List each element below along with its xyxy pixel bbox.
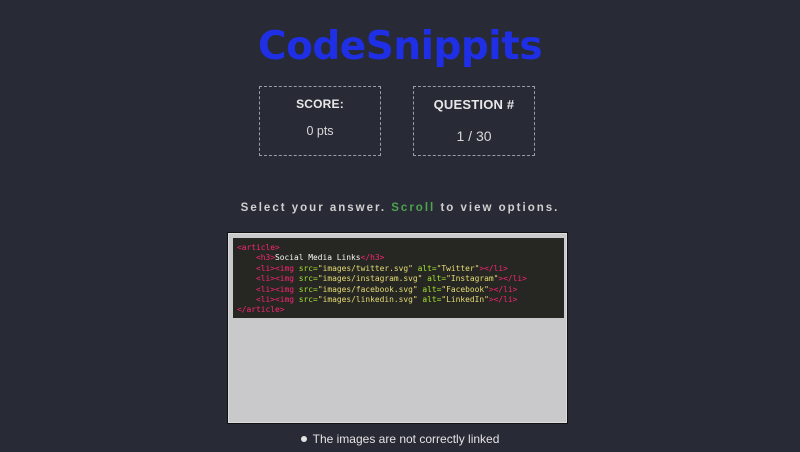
instruction-before: Select your answer. (240, 202, 387, 214)
code-line: <h3>Social Media Links</h3> (237, 253, 564, 263)
code-token: "images/facebook.svg" (317, 284, 418, 294)
code-token: </h3> (360, 253, 385, 263)
code-token: "images/twitter.svg" (317, 263, 413, 273)
code-token: "images/instagram.svg" (317, 274, 423, 284)
code-token: article (241, 243, 276, 252)
app-title: CodeSnippits (257, 24, 543, 69)
instruction-text: Select your answer. Scroll to view optio… (0, 202, 800, 214)
code-token: <h3 (256, 253, 271, 263)
code-token: <img (275, 295, 299, 305)
code-token: "LinkedIn" (441, 295, 489, 305)
code-token: <img (275, 274, 299, 284)
code-token: <li> (256, 284, 276, 294)
code-token: ></li> (488, 284, 518, 294)
answer-option[interactable]: The images are not correctly linked (0, 432, 800, 446)
code-token: > (275, 243, 280, 252)
question-label: QUESTION # (433, 97, 515, 112)
question-value: 1 / 30 (456, 128, 492, 144)
code-token: "images/linkedin.svg" (317, 295, 418, 305)
code-token: src= (298, 263, 318, 273)
score-box: SCORE: 0 pts (259, 86, 381, 156)
code-token: "Twitter" (436, 263, 480, 273)
code-token: <li> (256, 274, 276, 284)
code-line: <article> (237, 243, 564, 253)
instruction-after: to view options. (440, 202, 560, 214)
code-line: <li><img src="images/facebook.svg" alt="… (237, 285, 564, 295)
code-token: alt= (417, 263, 437, 273)
code-line: </article> (237, 305, 564, 315)
code-token: src= (298, 274, 318, 284)
question-counter-box: QUESTION # 1 / 30 (413, 86, 535, 156)
score-value: 0 pts (306, 124, 334, 138)
code-token: ></li> (488, 295, 518, 305)
code-token: src= (298, 295, 318, 305)
answer-options-panel[interactable]: <article> <h3>Social Media Links</h3> <l… (228, 233, 567, 423)
code-token: </article> (237, 305, 285, 315)
bullet-icon (300, 435, 307, 442)
quiz-page: CodeSnippits SCORE: 0 pts QUESTION # 1 /… (0, 0, 800, 452)
code-line: <li><img src="images/twitter.svg" alt="T… (237, 264, 564, 274)
code-snippet: <article> <h3>Social Media Links</h3> <l… (233, 238, 564, 318)
code-token: ></li> (498, 274, 527, 284)
instruction-scroll-highlight: Scroll (391, 202, 436, 214)
code-token: "Facebook" (441, 284, 489, 294)
code-token: Social Media Links (275, 253, 361, 263)
code-token: <li> (256, 295, 276, 305)
code-token: alt= (427, 274, 447, 284)
code-token: "Instagram" (446, 274, 499, 284)
code-token: src= (298, 284, 318, 294)
score-label: SCORE: (296, 97, 344, 111)
code-token: alt= (422, 284, 442, 294)
code-token: alt= (422, 295, 442, 305)
code-token: <li> (256, 263, 276, 273)
code-line: <li><img src="images/instagram.svg" alt=… (237, 274, 564, 284)
code-line: <li><img src="images/linkedin.svg" alt="… (237, 295, 564, 305)
answer-option-label: The images are not correctly linked (312, 432, 500, 446)
code-token: ></li> (479, 263, 508, 273)
code-token: <img (275, 284, 299, 294)
code-token: <img (275, 263, 299, 273)
